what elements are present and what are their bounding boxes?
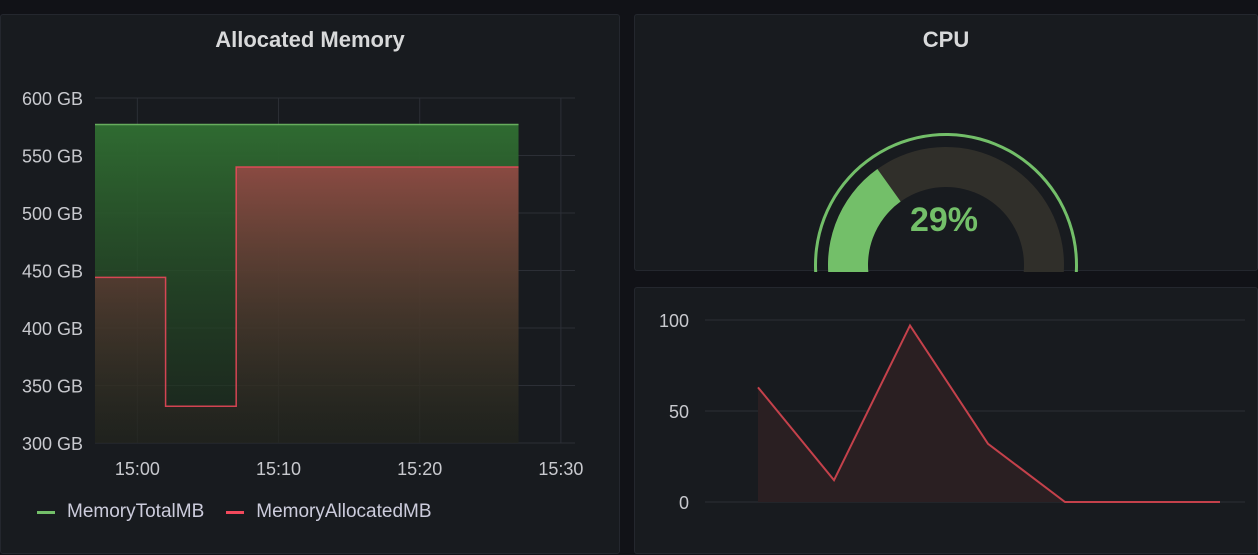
legend-item-memory-allocated[interactable]: MemoryAllocatedMB [226,501,431,523]
chart-legend: MemoryTotalMB MemoryAllocatedMB [37,501,432,523]
y-tick-label: 550 GB [22,147,83,167]
x-tick-label: 15:30 [538,459,583,479]
y-tick-label: 0 [679,493,689,513]
y-tick-label: 600 GB [22,89,83,109]
y-tick-label: 100 [659,311,689,331]
legend-swatch [226,511,244,514]
x-tick-label: 15:20 [397,459,442,479]
y-tick-label: 400 GB [22,319,83,339]
cpu-series-area [758,325,1220,502]
gauge-value: 29% [910,201,978,239]
legend-item-memory-total[interactable]: MemoryTotalMB [37,501,204,523]
legend-label: MemoryTotalMB [67,501,204,523]
y-tick-label: 350 GB [22,377,83,397]
y-tick-label: 50 [669,402,689,422]
y-tick-label: 500 GB [22,204,83,224]
cpu-history-chart: 100 50 0 [635,288,1258,555]
x-tick-label: 15:00 [115,459,160,479]
memory-chart: 600 GB 550 GB 500 GB 450 GB 400 GB 350 GB 300 … [1,15,621,485]
y-tick-label: 300 GB [22,434,83,454]
legend-swatch [37,511,55,514]
cpu-gauge: 29% [635,15,1258,272]
cpu-history-panel: 100 50 0 [634,287,1258,554]
legend-label: MemoryAllocatedMB [256,501,431,523]
x-tick-label: 15:10 [256,459,301,479]
y-tick-label: 450 GB [22,262,83,282]
cpu-gauge-panel: CPU 29% [634,14,1258,271]
allocated-memory-panel: Allocated Memory 600 GB550 GB500 GB450 G… [0,14,620,554]
